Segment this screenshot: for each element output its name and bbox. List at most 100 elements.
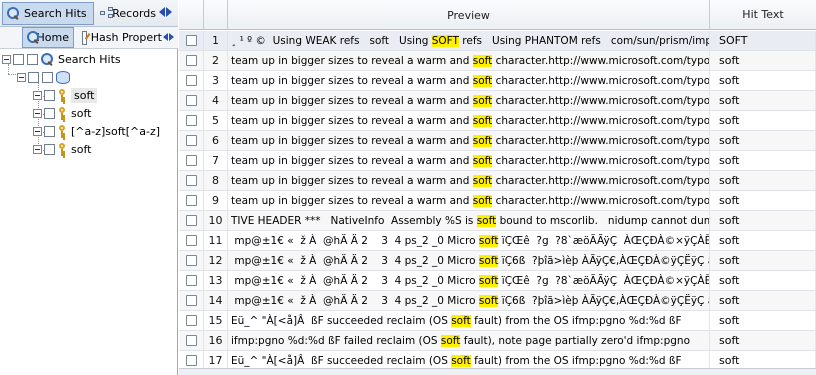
- collapse-icon[interactable]: [33, 144, 42, 154]
- preview-cell[interactable]: team up in bigger sizes to reveal a warm…: [228, 171, 710, 190]
- preview-cell[interactable]: team up in bigger sizes to reveal a warm…: [228, 191, 710, 210]
- preview-cell[interactable]: Eü_^ "À[<å]Â ßF succeeded reclaim (OS so…: [228, 311, 710, 330]
- row-checkbox[interactable]: [185, 35, 197, 46]
- hit-text-cell[interactable]: soft: [710, 311, 816, 330]
- preview-cell[interactable]: team up in bigger sizes to reveal a warm…: [228, 51, 710, 70]
- preview-cell[interactable]: mp@±1€ « ž À @hÄ Ä 2 3 4 ps_2 _0 Micro s…: [228, 231, 710, 250]
- preview-cell[interactable]: mp@±1€ « ž À @hÄ Ä 2 3 4 ps_2 _0 Micro s…: [228, 271, 710, 290]
- row-checkbox[interactable]: [185, 355, 197, 366]
- row-checkbox[interactable]: [185, 115, 197, 126]
- table-row[interactable]: 1 ¸ ¹ º © Using WEAK refs soft Using SOFT…: [179, 31, 816, 51]
- row-checkbox-cell[interactable]: [179, 71, 204, 90]
- hit-text-cell[interactable]: SOFT: [710, 31, 816, 50]
- tree-checkbox[interactable]: [44, 107, 55, 119]
- tree-checkbox[interactable]: [44, 143, 55, 155]
- preview-cell[interactable]: team up in bigger sizes to reveal a warm…: [228, 131, 710, 150]
- collapse-icon[interactable]: [33, 90, 42, 100]
- hit-text-cell[interactable]: soft: [710, 271, 816, 290]
- row-checkbox[interactable]: [185, 135, 197, 146]
- row-checkbox-cell[interactable]: [179, 191, 204, 210]
- tab-records[interactable]: Records: [96, 2, 160, 25]
- collapse-icon[interactable]: [2, 54, 11, 64]
- row-checkbox-cell[interactable]: [179, 271, 204, 290]
- table-row[interactable]: 5 team up in bigger sizes to reveal a war…: [179, 111, 816, 131]
- table-row[interactable]: 16 ifmp:pgno %d:%d ßF failed reclaim (OS …: [179, 331, 816, 351]
- table-row[interactable]: 7 team up in bigger sizes to reveal a war…: [179, 151, 816, 171]
- subtab-scroll-arrows[interactable]: [163, 33, 175, 41]
- hit-text-cell[interactable]: soft: [710, 91, 816, 110]
- hit-text-cell[interactable]: soft: [710, 151, 816, 170]
- tab-search-hits[interactable]: Search Hits: [2, 2, 94, 25]
- hit-text-cell[interactable]: soft: [710, 71, 816, 90]
- row-checkbox[interactable]: [185, 75, 197, 86]
- tree-checkbox[interactable]: [44, 89, 55, 101]
- hit-text-cell[interactable]: soft: [710, 131, 816, 150]
- tab-scroll-arrows[interactable]: [159, 7, 173, 17]
- tab-home[interactable]: Home: [22, 27, 74, 48]
- tab-hash-properties[interactable]: Hash Propert: [78, 27, 166, 48]
- hit-text-cell[interactable]: soft: [710, 171, 816, 190]
- row-checkbox[interactable]: [185, 235, 197, 246]
- horizontal-scrollbar[interactable]: [179, 368, 816, 375]
- column-header-preview[interactable]: Preview: [228, 0, 710, 30]
- hit-text-cell[interactable]: soft: [710, 51, 816, 70]
- row-checkbox[interactable]: [185, 55, 197, 66]
- row-checkbox-cell[interactable]: [179, 331, 204, 350]
- table-row[interactable]: 4 team up in bigger sizes to reveal a war…: [179, 91, 816, 111]
- row-checkbox-cell[interactable]: [179, 91, 204, 110]
- header-row-number-column[interactable]: [204, 0, 228, 30]
- column-header-hit-text[interactable]: Hit Text: [710, 0, 816, 30]
- row-checkbox-cell[interactable]: [179, 311, 204, 330]
- tree-checkbox[interactable]: [27, 53, 38, 65]
- tree-root-search-hits[interactable]: Search Hits: [2, 50, 121, 68]
- row-checkbox[interactable]: [185, 335, 197, 346]
- preview-cell[interactable]: team up in bigger sizes to reveal a warm…: [228, 111, 710, 130]
- row-checkbox[interactable]: [185, 155, 197, 166]
- arrow-left-icon[interactable]: [163, 33, 168, 41]
- tree-checkbox[interactable]: [44, 125, 55, 137]
- preview-cell[interactable]: team up in bigger sizes to reveal a warm…: [228, 71, 710, 90]
- table-row[interactable]: 2 team up in bigger sizes to reveal a war…: [179, 51, 816, 71]
- preview-cell[interactable]: ifmp:pgno %d:%d ßF failed reclaim (OS so…: [228, 331, 710, 350]
- table-row[interactable]: 3 team up in bigger sizes to reveal a war…: [179, 71, 816, 91]
- preview-cell[interactable]: ¸ ¹ º © Using WEAK refs soft Using SOFT …: [228, 31, 710, 50]
- row-checkbox[interactable]: [185, 255, 197, 266]
- tree-checkbox[interactable]: [13, 53, 24, 65]
- preview-cell[interactable]: team up in bigger sizes to reveal a warm…: [228, 91, 710, 110]
- row-checkbox-cell[interactable]: [179, 131, 204, 150]
- hit-text-cell[interactable]: soft: [710, 291, 816, 310]
- row-checkbox[interactable]: [185, 275, 197, 286]
- preview-cell[interactable]: TIVE HEADER *** NativeInfo Assembly %S i…: [228, 211, 710, 230]
- row-checkbox[interactable]: [185, 315, 197, 326]
- row-checkbox-cell[interactable]: [179, 51, 204, 70]
- preview-cell[interactable]: mp@±1€ « ž À @hÄ Ä 2 3 4 ps_2 _0 Micro s…: [228, 291, 710, 310]
- table-row[interactable]: 11 mp@±1€ « ž À @hÄ Ä 2 3 4 ps_2 _0 Micr…: [179, 231, 816, 251]
- collapse-icon[interactable]: [33, 108, 42, 118]
- collapse-icon[interactable]: [33, 126, 42, 136]
- row-checkbox-cell[interactable]: [179, 31, 204, 50]
- table-row[interactable]: 10 TIVE HEADER *** NativeInfo Assembly %S…: [179, 211, 816, 231]
- table-row[interactable]: 6 team up in bigger sizes to reveal a war…: [179, 131, 816, 151]
- preview-cell[interactable]: mp@±1€ « ž À @hÄ Ä 2 3 4 ps_2 _0 Micro s…: [228, 251, 710, 270]
- row-checkbox-cell[interactable]: [179, 151, 204, 170]
- tree-item[interactable]: soft: [33, 104, 91, 122]
- tree-item[interactable]: soft: [33, 140, 91, 158]
- row-checkbox[interactable]: [185, 215, 197, 226]
- hit-text-cell[interactable]: soft: [710, 111, 816, 130]
- row-checkbox-cell[interactable]: [179, 251, 204, 270]
- hit-text-cell[interactable]: soft: [710, 231, 816, 250]
- row-checkbox[interactable]: [185, 95, 197, 106]
- hit-text-cell[interactable]: soft: [710, 331, 816, 350]
- row-checkbox-cell[interactable]: [179, 171, 204, 190]
- table-row[interactable]: 15 Eü_^ "À[<å]Â ßF succeeded reclaim (OS …: [179, 311, 816, 331]
- tree-item[interactable]: soft: [33, 86, 98, 104]
- table-row[interactable]: 12 mp@±1€ « ž À @hÄ Ä 2 3 4 ps_2 _0 Micr…: [179, 251, 816, 271]
- tree-group-node[interactable]: [17, 68, 73, 86]
- table-row[interactable]: 14 mp@±1€ « ž À @hÄ Ä 2 3 4 ps_2 _0 Micr…: [179, 291, 816, 311]
- row-checkbox[interactable]: [185, 175, 197, 186]
- hit-text-cell[interactable]: soft: [710, 211, 816, 230]
- row-checkbox[interactable]: [185, 295, 197, 306]
- arrow-right-icon[interactable]: [166, 7, 172, 17]
- table-row[interactable]: 9 team up in bigger sizes to reveal a war…: [179, 191, 816, 211]
- table-row[interactable]: 8 team up in bigger sizes to reveal a war…: [179, 171, 816, 191]
